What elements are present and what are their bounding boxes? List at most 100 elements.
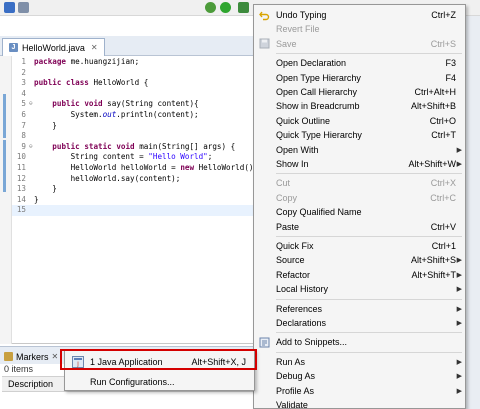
- line-number: 10: [16, 152, 26, 162]
- close-icon[interactable]: ✕: [52, 352, 59, 361]
- menu-item-debug-as[interactable]: Debug As ▶: [254, 369, 465, 383]
- menu-item-open-with[interactable]: Open With ▶: [254, 143, 465, 157]
- debug-icon[interactable]: [205, 2, 216, 13]
- code-line[interactable]: 3 public class HelloWorld {: [12, 78, 262, 89]
- menu-item-label: Open With: [276, 144, 319, 155]
- side-panel: [466, 16, 480, 409]
- menu-item-shortcut: F3: [445, 58, 456, 69]
- code-keyword: public: [52, 141, 80, 151]
- line-number: 11: [16, 162, 26, 172]
- menu-item-undo-typing[interactable]: Undo Typing Ctrl+Z: [254, 8, 465, 22]
- code-keyword: void: [84, 99, 103, 109]
- code-line[interactable]: 5 ⊖ public void say(String content){: [12, 99, 262, 110]
- editor-tab-helloworld[interactable]: J HelloWorld.java ✕: [2, 38, 105, 56]
- code-text: main(String[] args) {: [134, 141, 236, 151]
- submenu-arrow-icon: ▶: [456, 305, 462, 313]
- menu-item-label: Validate: [276, 400, 308, 409]
- line-number: 5: [21, 99, 26, 109]
- menu-item-label: Copy Qualified Name: [276, 207, 362, 218]
- code-line[interactable]: 8: [12, 131, 262, 142]
- overview-ruler: [0, 56, 12, 344]
- menu-item-label: Debug As: [276, 371, 316, 382]
- code-editor[interactable]: 1 package me.huangzijian; 2 3 public class H…: [12, 57, 262, 216]
- code-text: say(String content){: [102, 99, 199, 109]
- tab-markers[interactable]: Markers ✕: [4, 349, 58, 364]
- close-icon[interactable]: ✕: [91, 43, 98, 52]
- code-line[interactable]: 9 ⊖ public static void main(String[] args…: [12, 142, 262, 153]
- code-line[interactable]: 10 String content = "Hello World";: [12, 152, 262, 163]
- menu-item-open-call-hierarchy[interactable]: Open Call Hierarchy Ctrl+Alt+H: [254, 85, 465, 99]
- editor-tabbar: J HelloWorld.java ✕: [0, 36, 262, 56]
- menu-item-label: Paste: [276, 221, 300, 232]
- code-line[interactable]: 4: [12, 89, 262, 100]
- menu-item-source[interactable]: Source Alt+Shift+S ▶: [254, 253, 465, 267]
- code-line[interactable]: 13 }: [12, 184, 262, 195]
- code-line[interactable]: 7 }: [12, 121, 262, 132]
- markers-item-count: 0 items: [4, 364, 34, 374]
- menu-item-quick-type-hierarchy[interactable]: Quick Type Hierarchy Ctrl+T: [254, 128, 465, 142]
- menu-item-copy-qualified-name[interactable]: Copy Qualified Name: [254, 205, 465, 219]
- code-line[interactable]: 1 package me.huangzijian;: [12, 57, 262, 68]
- save-toolbar-icon[interactable]: [18, 2, 29, 13]
- code-keyword: void: [116, 141, 135, 151]
- code-line[interactable]: 11 HelloWorld helloWorld = new HelloWorl…: [12, 163, 262, 174]
- menu-item-validate[interactable]: Validate: [254, 398, 465, 409]
- code-line[interactable]: 2: [12, 68, 262, 79]
- line-number: 6: [21, 109, 26, 119]
- menu-item-label: Open Type Hierarchy: [276, 72, 361, 83]
- code-line[interactable]: 6 System. out .println(content);: [12, 110, 262, 121]
- menu-item-shortcut: F4: [445, 72, 456, 83]
- snippet-icon: [259, 337, 270, 348]
- menu-item-copy: Copy Ctrl+C: [254, 191, 465, 205]
- menu-item-quick-fix[interactable]: Quick Fix Ctrl+1: [254, 239, 465, 253]
- code-keyword: public: [52, 99, 80, 109]
- menu-item-profile-as[interactable]: Profile As ▶: [254, 384, 465, 398]
- new-icon[interactable]: [4, 2, 15, 13]
- menu-item-label: Revert File: [276, 24, 320, 35]
- line-number: 12: [16, 173, 26, 183]
- menu-item-add-to-snippets[interactable]: Add to Snippets...: [254, 335, 465, 349]
- editor-context-menu: Undo Typing Ctrl+Z Revert File Save Ctrl+S Op…: [253, 4, 466, 409]
- red-highlight-annotation: [60, 349, 257, 370]
- menu-item-quick-outline[interactable]: Quick Outline Ctrl+O: [254, 114, 465, 128]
- code-keyword: static: [84, 141, 112, 151]
- code-field: out: [102, 109, 117, 119]
- menu-item-show-in-breadcrumb[interactable]: Show in Breadcrumb Alt+Shift+B: [254, 99, 465, 113]
- run-configurations[interactable]: Run Configurations...: [65, 373, 254, 390]
- code-text: HelloWorld {: [88, 78, 149, 88]
- code-keyword: new: [180, 162, 195, 172]
- code-text: ;: [207, 152, 213, 162]
- submenu-arrow-icon: ▶: [456, 271, 462, 279]
- undo-icon: [259, 10, 270, 21]
- menu-item-save: Save Ctrl+S: [254, 37, 465, 51]
- menu-item-shortcut: Ctrl+V: [430, 221, 456, 232]
- menu-item-show-in[interactable]: Show In Alt+Shift+W ▶: [254, 157, 465, 171]
- menu-item-shortcut: Alt+Shift+S: [410, 255, 456, 266]
- menu-item-label: Cut: [276, 178, 291, 189]
- menu-separator: [276, 332, 462, 334]
- run-icon[interactable]: [220, 2, 231, 13]
- menu-item-references[interactable]: References ▶: [254, 302, 465, 316]
- code-line[interactable]: 14}: [12, 195, 262, 206]
- menu-item-refactor[interactable]: Refactor Alt+Shift+T ▶: [254, 268, 465, 282]
- code-line[interactable]: 12 helloWorld.say(content);: [12, 174, 262, 185]
- menu-item-shortcut: Ctrl+O: [429, 115, 456, 126]
- run-configurations-label: Run Configurations...: [90, 376, 175, 387]
- code-line[interactable]: 15: [12, 205, 262, 216]
- menu-item-declarations[interactable]: Declarations ▶: [254, 316, 465, 330]
- menu-separator: [276, 53, 462, 55]
- menu-item-run-as[interactable]: Run As ▶: [254, 355, 465, 369]
- external-tools-icon[interactable]: [238, 2, 249, 13]
- menu-item-shortcut: Ctrl+X: [430, 178, 456, 189]
- code-text: }: [34, 194, 39, 204]
- menu-item-open-type-hierarchy[interactable]: Open Type Hierarchy F4: [254, 71, 465, 85]
- markers-icon: [4, 352, 13, 361]
- menu-item-local-history[interactable]: Local History ▶: [254, 282, 465, 296]
- menu-item-paste[interactable]: Paste Ctrl+V: [254, 220, 465, 234]
- menu-item-shortcut: Ctrl+1: [431, 241, 456, 251]
- code-text: helloWorld.say(content);: [34, 173, 181, 183]
- menu-item-open-declaration[interactable]: Open Declaration F3: [254, 56, 465, 70]
- menu-item-shortcut: Alt+Shift+W: [408, 159, 456, 169]
